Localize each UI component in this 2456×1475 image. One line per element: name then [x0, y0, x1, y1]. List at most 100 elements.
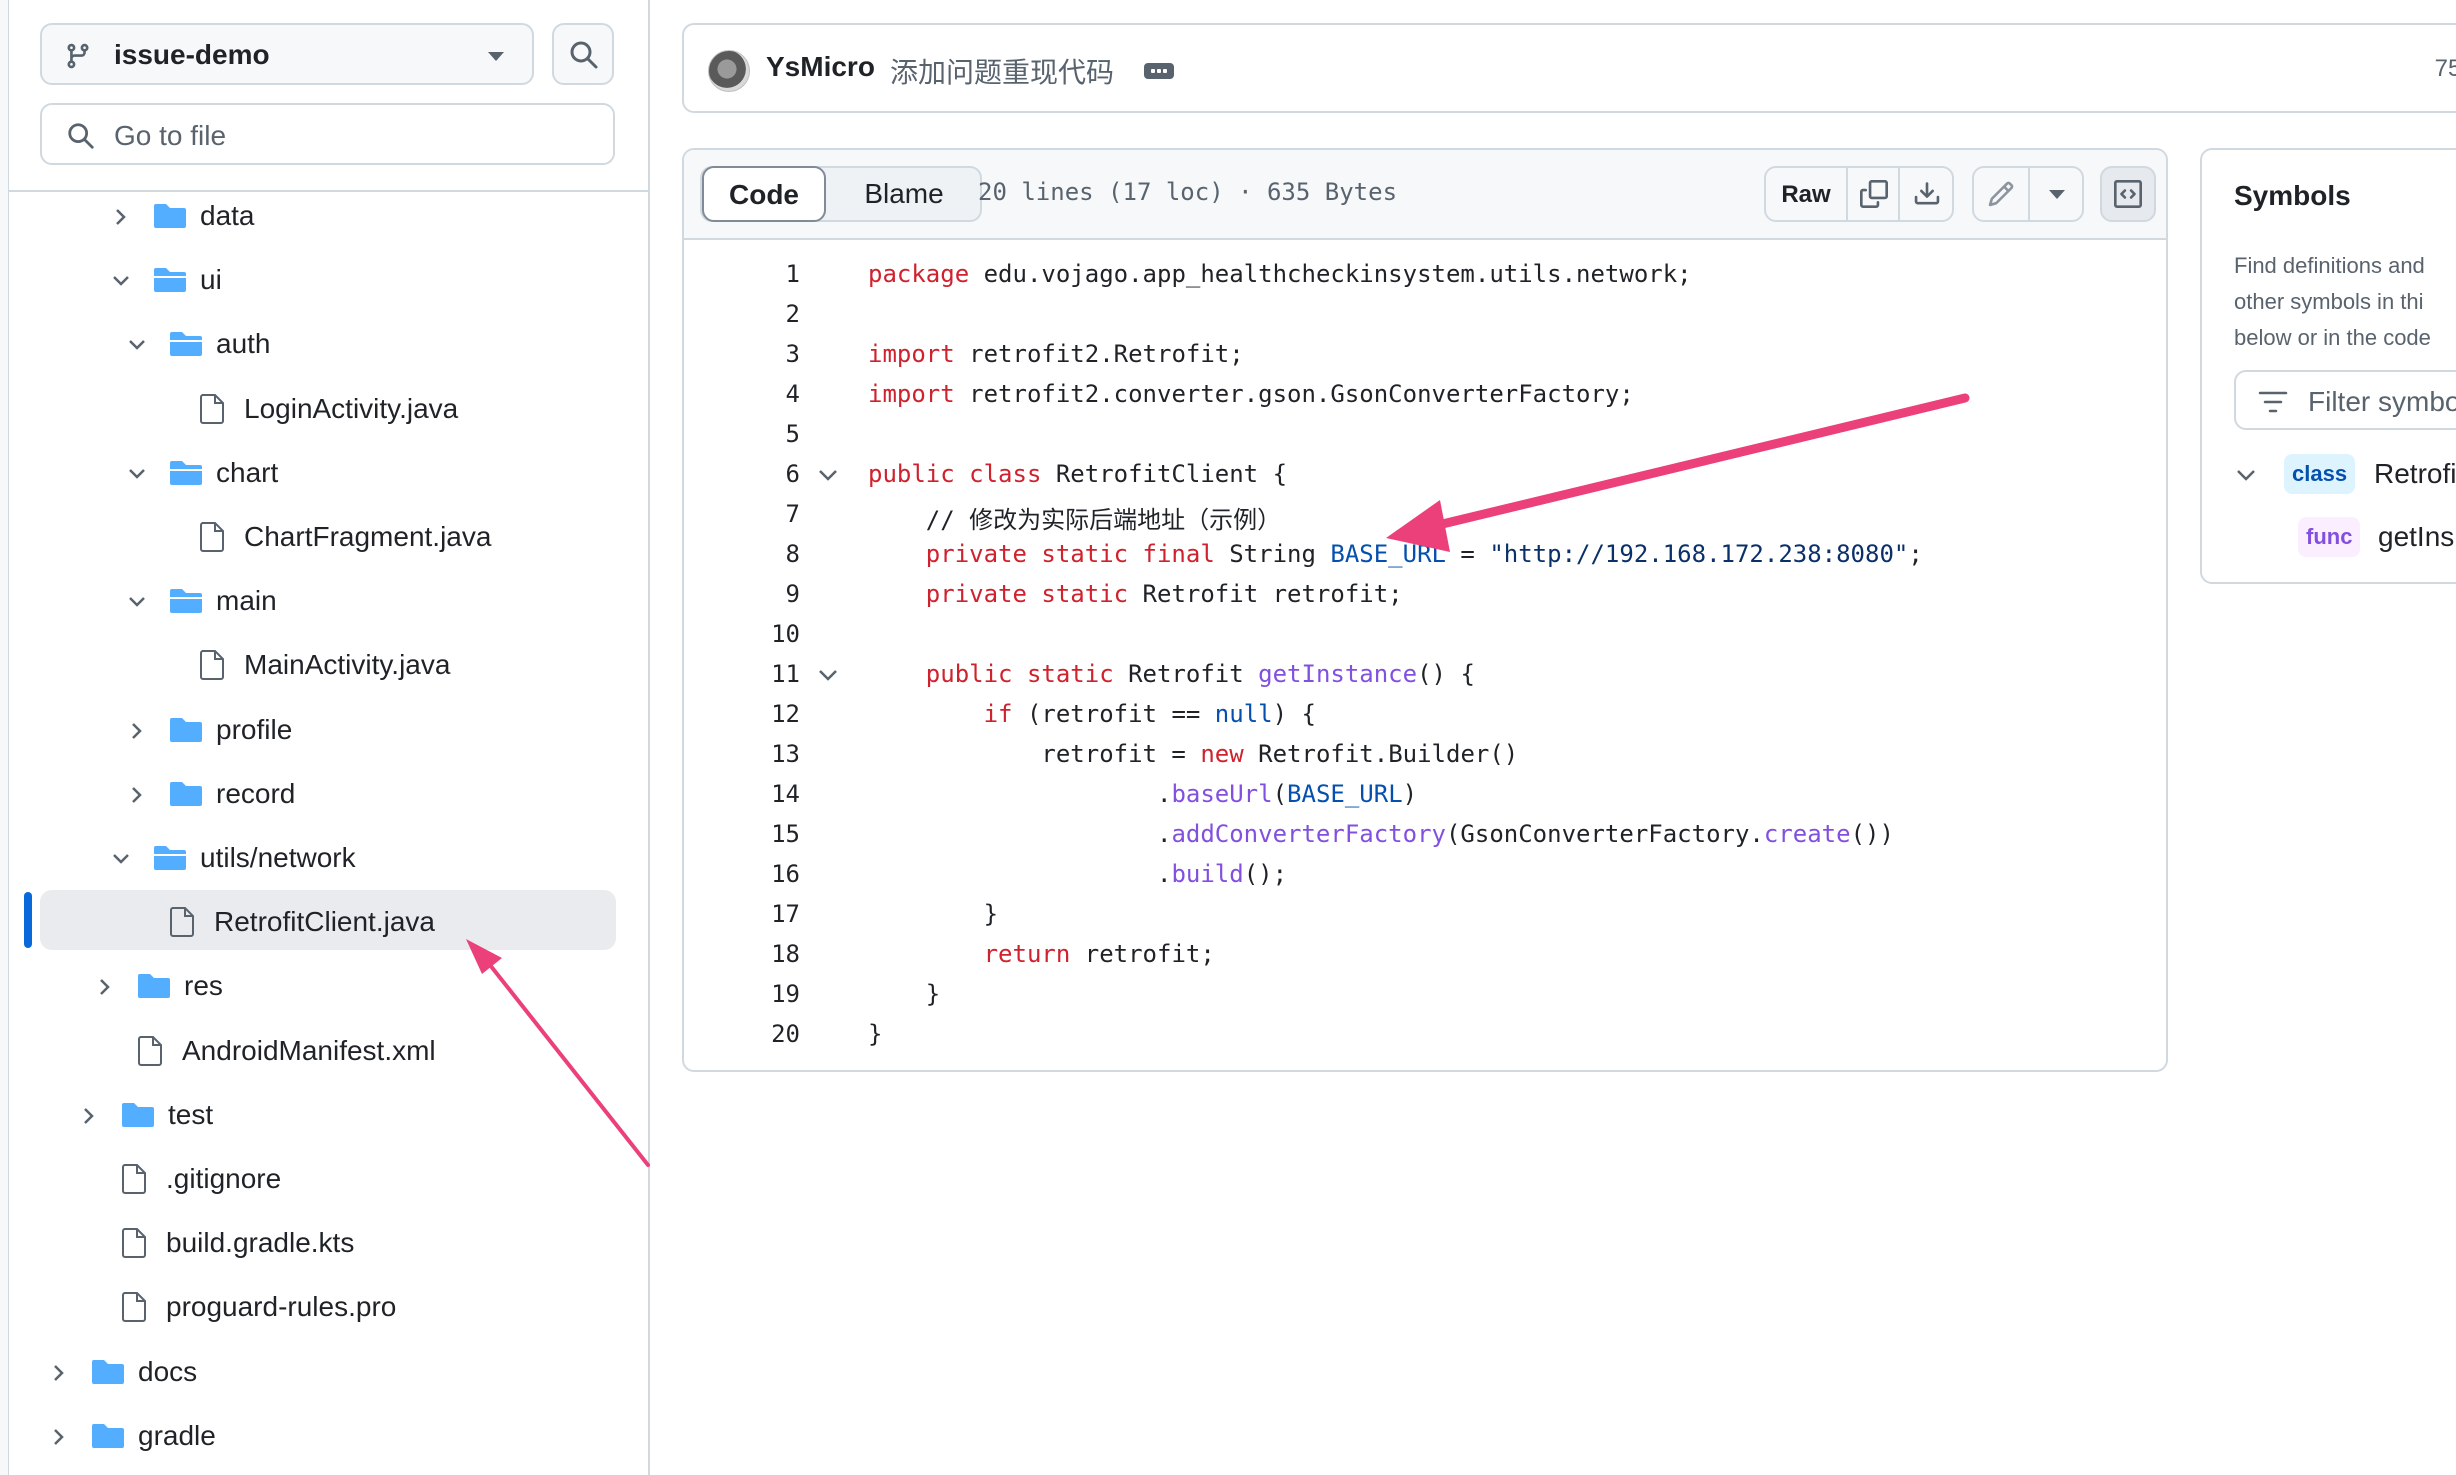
- tree-folder[interactable]: test: [0, 1087, 640, 1143]
- filter-symbols-input[interactable]: Filter symbo: [2234, 370, 2456, 430]
- commit-hash[interactable]: 752l: [2435, 55, 2456, 83]
- line-number[interactable]: 8: [744, 540, 800, 568]
- symbol-item[interactable]: func getIns: [2234, 513, 2456, 561]
- code-text: import retrofit2.Retrofit;: [868, 340, 1244, 368]
- tree-folder[interactable]: res: [0, 958, 640, 1014]
- tree-folder[interactable]: main: [0, 573, 640, 629]
- code-text: .baseUrl(BASE_URL): [868, 780, 1418, 808]
- download-button[interactable]: [1898, 168, 1954, 220]
- tree-folder[interactable]: utils/network: [0, 830, 640, 886]
- chevron-down-icon[interactable]: [128, 593, 146, 611]
- symbol-item[interactable]: class Retrofi: [2234, 450, 2456, 498]
- tree-folder[interactable]: auth: [0, 316, 640, 372]
- tree-file[interactable]: proguard-rules.pro: [0, 1279, 640, 1335]
- line-number[interactable]: 18: [744, 940, 800, 968]
- line-number[interactable]: 20: [744, 1020, 800, 1048]
- raw-button[interactable]: Raw: [1766, 168, 1846, 220]
- tab-blame[interactable]: Blame: [828, 168, 980, 220]
- chevron-down-icon[interactable]: [112, 850, 130, 868]
- code-line: 20}: [684, 1016, 2166, 1056]
- symbol-name: getIns: [2378, 521, 2455, 552]
- symbol-kind-badge: class: [2284, 454, 2356, 494]
- chevron-down-icon[interactable]: [818, 668, 838, 682]
- avatar[interactable]: [708, 50, 750, 92]
- chevron-right-icon[interactable]: [50, 1364, 68, 1382]
- code-text: private static Retrofit retrofit;: [925, 580, 1403, 608]
- line-number[interactable]: 10: [744, 620, 800, 648]
- symbols-panel-toggle[interactable]: [2100, 166, 2156, 222]
- line-number[interactable]: 7: [744, 500, 800, 528]
- chevron-right-icon[interactable]: [96, 978, 114, 996]
- code-text: retrofit = new Retrofit.Builder(): [868, 740, 1519, 768]
- file-stats: 20 lines (17 loc) · 635 Bytes: [978, 178, 1398, 206]
- line-number[interactable]: 9: [744, 580, 800, 608]
- tree-folder[interactable]: gradle: [0, 1408, 640, 1464]
- line-number[interactable]: 17: [744, 900, 800, 928]
- tree-item-name: chart: [216, 456, 279, 488]
- tree-folder[interactable]: chart: [0, 445, 640, 501]
- commit-author[interactable]: YsMicro: [766, 51, 875, 83]
- go-to-file-input[interactable]: Go to file: [40, 103, 615, 165]
- tab-code[interactable]: Code: [702, 166, 826, 222]
- copy-icon: [1860, 180, 1888, 208]
- chevron-down-icon[interactable]: [112, 272, 130, 290]
- tree-file[interactable]: AndroidManifest.xml: [0, 1023, 640, 1079]
- code-text: .addConverterFactory(GsonConverterFactor…: [868, 820, 1894, 848]
- ellipsis-icon[interactable]: [1144, 63, 1174, 79]
- line-number[interactable]: 12: [744, 700, 800, 728]
- tree-folder[interactable]: data: [0, 188, 640, 244]
- chevron-right-icon[interactable]: [50, 1428, 68, 1446]
- tree-item-name: build.gradle.kts: [166, 1227, 355, 1259]
- line-number[interactable]: 5: [744, 420, 800, 448]
- folder-icon: [92, 1423, 124, 1448]
- line-number[interactable]: 14: [744, 780, 800, 808]
- chevron-down-icon[interactable]: [818, 468, 838, 482]
- tree-folder[interactable]: profile: [0, 702, 640, 758]
- pencil-icon: [1988, 181, 2014, 207]
- tree-item-name: .gitignore: [166, 1163, 282, 1194]
- line-number[interactable]: 3: [744, 340, 800, 368]
- tree-file[interactable]: LoginActivity.java: [0, 381, 640, 437]
- symbol-name: Retrofi: [2374, 458, 2456, 489]
- chevron-down-icon[interactable]: [128, 336, 146, 354]
- chevron-right-icon[interactable]: [80, 1107, 98, 1125]
- search-icon: [68, 123, 94, 149]
- tree-item-name: ChartFragment.java: [244, 521, 492, 552]
- commit-message[interactable]: 添加问题重现代码: [890, 51, 1114, 91]
- tree-item-name: RetrofitClient.java: [214, 906, 435, 938]
- tree-file[interactable]: RetrofitClient.java: [0, 894, 640, 950]
- tree-folder[interactable]: ui: [0, 252, 640, 308]
- line-number[interactable]: 16: [744, 860, 800, 888]
- tree-item-name: LoginActivity.java: [244, 392, 459, 424]
- tree-folder[interactable]: record: [0, 766, 640, 822]
- chevron-down-icon[interactable]: [2236, 468, 2256, 482]
- chevron-right-icon[interactable]: [112, 208, 130, 226]
- tree-file[interactable]: build.gradle.kts: [0, 1215, 640, 1271]
- line-number[interactable]: 11: [744, 660, 800, 688]
- copy-raw-button[interactable]: [1846, 168, 1900, 220]
- symbol-kind-badge: func: [2298, 517, 2361, 557]
- tree-item-name: profile: [216, 713, 293, 745]
- line-number[interactable]: 13: [744, 740, 800, 768]
- tree-file[interactable]: ChartFragment.java: [0, 509, 640, 565]
- chevron-right-icon[interactable]: [128, 722, 146, 740]
- line-number[interactable]: 19: [744, 980, 800, 1008]
- search-button[interactable]: [552, 23, 614, 85]
- edit-options-button[interactable]: [2028, 168, 2084, 220]
- file-icon: [200, 650, 224, 681]
- view-mode-toggle: Code Blame: [700, 166, 982, 222]
- line-number[interactable]: 4: [744, 380, 800, 408]
- line-number[interactable]: 2: [744, 300, 800, 328]
- branch-selector-button[interactable]: issue-demo: [40, 23, 534, 85]
- edit-button[interactable]: [1974, 168, 2028, 220]
- tree-file[interactable]: .gitignore: [0, 1151, 640, 1207]
- chevron-down-icon[interactable]: [128, 465, 146, 483]
- line-number[interactable]: 6: [744, 460, 800, 488]
- tree-file[interactable]: MainActivity.java: [0, 637, 640, 693]
- tree-folder[interactable]: docs: [0, 1344, 640, 1400]
- tree-item-name: data: [200, 200, 255, 231]
- line-number[interactable]: 15: [744, 820, 800, 848]
- line-number[interactable]: 1: [744, 260, 800, 288]
- chevron-right-icon[interactable]: [128, 786, 146, 804]
- symbols-description: Find definitions and other symbols in th…: [2234, 248, 2456, 356]
